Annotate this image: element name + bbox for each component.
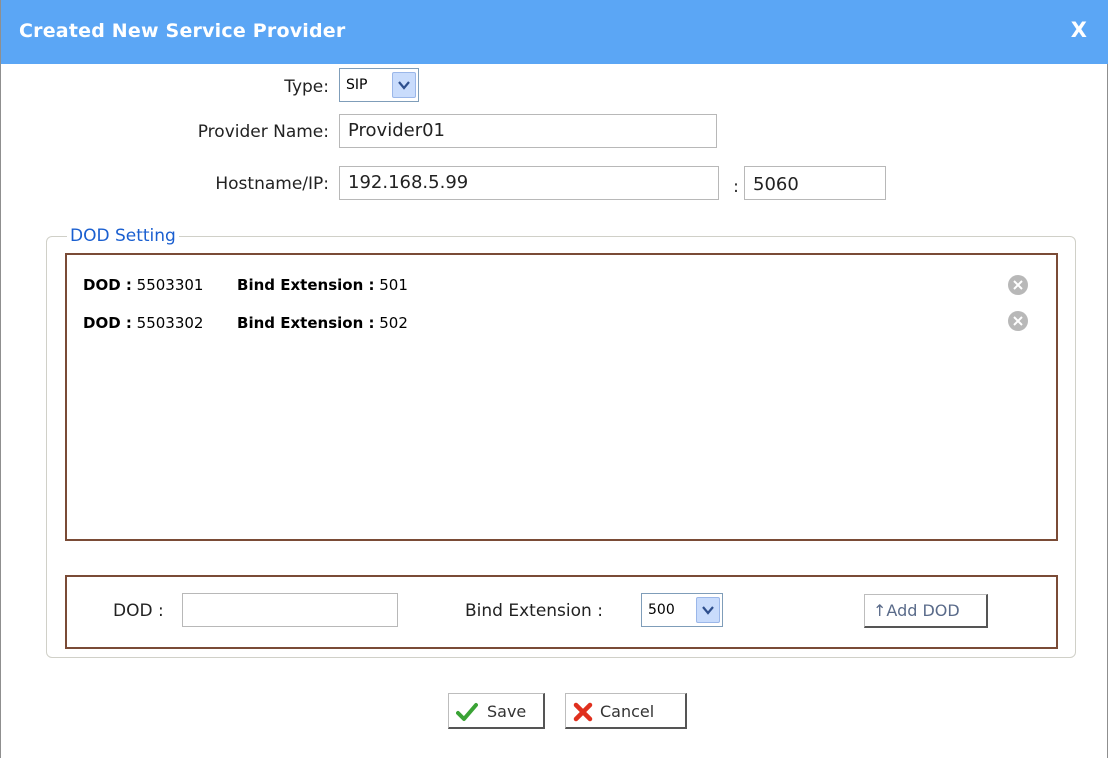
dod-entry: DOD : 5503302 Bind Extension : 502: [83, 314, 408, 332]
type-label: Type:: [284, 77, 329, 97]
service-provider-dialog: Created New Service Provider X Type: SIP…: [0, 0, 1108, 758]
save-button-label: Save: [487, 702, 527, 721]
dod-key: DOD :: [83, 276, 132, 294]
type-selected-value: SIP: [346, 77, 368, 93]
bind-extension-select[interactable]: 500: [641, 593, 723, 627]
port-input[interactable]: 5060: [744, 166, 886, 200]
bind-extension-value: 501: [379, 276, 408, 294]
dod-entry: DOD : 5503301 Bind Extension : 501: [83, 276, 408, 294]
provider-name-label: Provider Name:: [197, 122, 329, 142]
dod-setting-legend: DOD Setting: [67, 226, 179, 246]
remove-circle-icon[interactable]: [1008, 311, 1028, 331]
dod-value: 5503301: [136, 276, 204, 294]
add-dod-button[interactable]: ↑Add DOD: [864, 594, 988, 628]
dod-key: DOD :: [83, 314, 132, 332]
dod-value: 5503302: [136, 314, 204, 332]
bind-extension-value: 502: [379, 314, 408, 332]
dod-input[interactable]: [182, 593, 398, 627]
x-icon: [573, 702, 593, 726]
bind-extension-label: Bind Extension :: [465, 601, 603, 621]
cancel-button-label: Cancel: [600, 702, 655, 721]
hostname-label: Hostname/IP:: [215, 174, 329, 194]
dod-input-label: DOD :: [113, 601, 164, 621]
save-button[interactable]: Save: [448, 693, 545, 729]
bind-extension-key: Bind Extension :: [237, 314, 375, 332]
dialog-title: Created New Service Provider: [19, 20, 346, 42]
dod-list: DOD : 5503301 Bind Extension : 501 DOD :…: [65, 253, 1058, 541]
bind-extension-selected: 500: [648, 602, 675, 618]
port-separator: :: [733, 177, 739, 197]
checkmark-icon: [456, 702, 478, 726]
add-dod-panel: DOD : Bind Extension : 500 ↑Add DOD: [65, 575, 1058, 649]
chevron-down-icon[interactable]: [696, 597, 720, 623]
dialog-titlebar: Created New Service Provider X: [1, 0, 1108, 64]
cancel-button[interactable]: Cancel: [565, 693, 687, 729]
close-icon[interactable]: X: [1071, 18, 1087, 42]
remove-circle-icon[interactable]: [1008, 275, 1028, 295]
bind-extension-key: Bind Extension :: [237, 276, 375, 294]
hostname-input[interactable]: 192.168.5.99: [339, 166, 719, 200]
type-select[interactable]: SIP: [339, 68, 419, 102]
provider-name-input[interactable]: Provider01: [339, 114, 717, 148]
chevron-down-icon[interactable]: [392, 72, 416, 98]
